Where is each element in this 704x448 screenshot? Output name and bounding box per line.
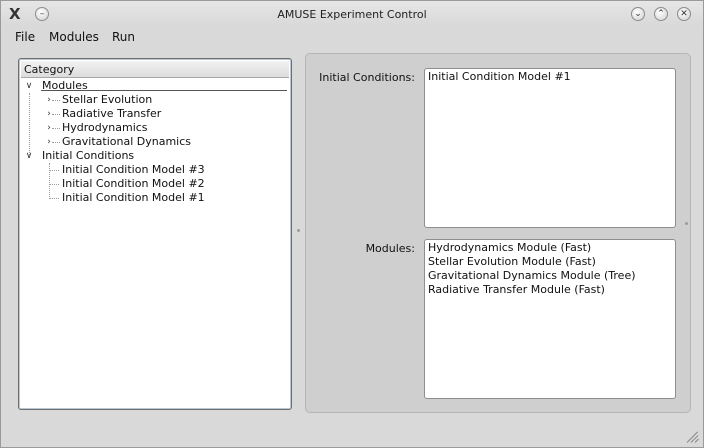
tree-branch-line xyxy=(49,170,59,171)
maximize-button[interactable]: ⌃ xyxy=(654,7,668,21)
chevron-up-icon: ⌃ xyxy=(657,9,665,19)
tree-item-ic-model-3[interactable]: Initial Condition Model #3 xyxy=(62,163,205,177)
initial-conditions-list[interactable]: Initial Condition Model #1 xyxy=(424,68,676,228)
tree-item-initial-conditions[interactable]: Initial Conditions xyxy=(42,149,134,163)
list-item[interactable]: Initial Condition Model #1 xyxy=(428,70,672,84)
splitter-handle[interactable] xyxy=(685,222,688,225)
tree-branch-line xyxy=(49,184,59,185)
minimize-button[interactable]: ⌄ xyxy=(631,7,645,21)
list-item[interactable]: Stellar Evolution Module (Fast) xyxy=(428,255,672,269)
splitter-handle[interactable] xyxy=(297,229,300,232)
initial-conditions-label: Initial Conditions: xyxy=(319,71,415,84)
tree-selection-underline xyxy=(41,90,287,91)
tree-branch-line xyxy=(52,142,60,143)
chevron-down-icon[interactable]: ∨ xyxy=(25,79,33,93)
chevron-down-icon: ⌄ xyxy=(634,9,642,19)
menu-file[interactable]: File xyxy=(15,30,35,44)
tree-item-radiative-transfer[interactable]: Radiative Transfer xyxy=(62,107,161,121)
close-icon: ✕ xyxy=(680,9,688,19)
tree-branch-line xyxy=(52,100,60,101)
tree-item-ic-model-1[interactable]: Initial Condition Model #1 xyxy=(62,191,205,205)
menu-run[interactable]: Run xyxy=(112,30,135,44)
list-item[interactable]: Radiative Transfer Module (Fast) xyxy=(428,283,672,297)
title-bar[interactable]: X – AMUSE Experiment Control ⌄ ⌃ ✕ xyxy=(1,1,703,27)
modules-list[interactable]: Hydrodynamics Module (Fast) Stellar Evol… xyxy=(424,239,676,399)
window-title: AMUSE Experiment Control xyxy=(277,8,427,21)
tree-item-stellar-evolution[interactable]: Stellar Evolution xyxy=(62,93,152,107)
tree-branch-line xyxy=(52,114,60,115)
chevron-down-icon[interactable]: ∨ xyxy=(25,149,33,163)
tree-branch-line xyxy=(52,128,60,129)
list-item[interactable]: Hydrodynamics Module (Fast) xyxy=(428,241,672,255)
tree-guide-line xyxy=(29,93,30,155)
menu-modules[interactable]: Modules xyxy=(49,30,99,44)
tree-item-ic-model-2[interactable]: Initial Condition Model #2 xyxy=(62,177,205,191)
tree-item-gravitational-dynamics[interactable]: Gravitational Dynamics xyxy=(62,135,191,149)
tree-branch-line xyxy=(49,198,59,199)
list-item[interactable]: Gravitational Dynamics Module (Tree) xyxy=(428,269,672,283)
tree-guide-line xyxy=(49,163,50,199)
modules-label: Modules: xyxy=(365,242,415,255)
main-window: X – AMUSE Experiment Control ⌄ ⌃ ✕ File … xyxy=(0,0,704,448)
close-button[interactable]: ✕ xyxy=(677,7,691,21)
menu-bar: File Modules Run xyxy=(1,27,703,49)
tree-item-hydrodynamics[interactable]: Hydrodynamics xyxy=(62,121,148,135)
tree-header[interactable]: Category xyxy=(21,61,289,78)
resize-grip-icon[interactable] xyxy=(685,429,699,443)
